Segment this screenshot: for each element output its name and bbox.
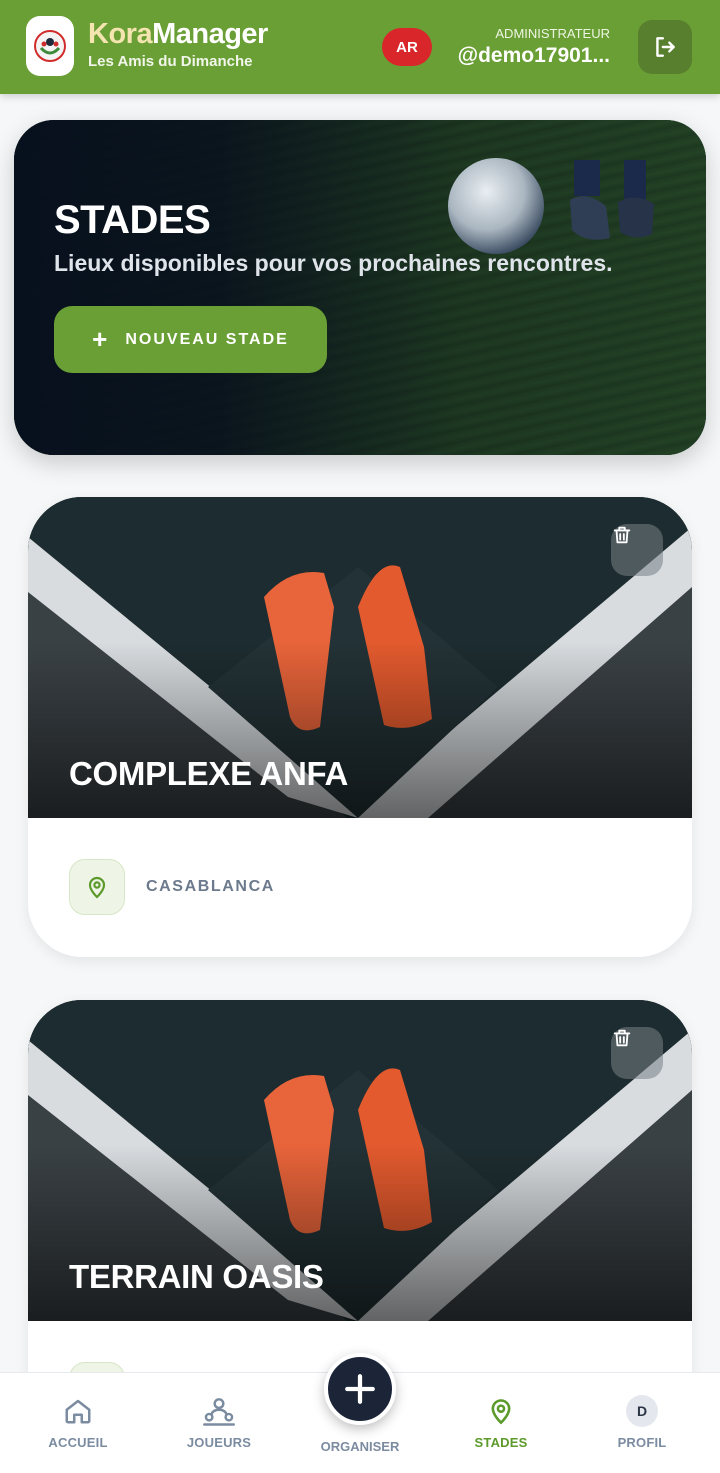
page-subtitle: Lieux disponibles pour vos prochaines re…: [54, 250, 613, 276]
club-logo-icon: [34, 30, 66, 62]
page-title: STADES: [54, 198, 211, 242]
football-image: [448, 158, 544, 254]
stadium-card-body: CASABLANCA: [28, 818, 692, 957]
bottom-navigation: ACCUEIL JOUEURS ORGANISER STADES D PROFI…: [0, 1353, 720, 1473]
user-role-label: ADMINISTRATEUR: [495, 26, 610, 41]
app-brand-name: KoraManager: [88, 18, 268, 51]
plus-icon: +: [92, 324, 108, 354]
stadium-photo: TERRAIN OASIS: [28, 1000, 692, 1321]
stadium-photo: COMPLEXE ANFA: [28, 497, 692, 818]
nav-label-organize: ORGANISER: [320, 1439, 400, 1454]
organize-button[interactable]: [324, 1353, 396, 1425]
top-header: KoraManager Les Amis du Dimanche AR ADMI…: [0, 0, 720, 94]
delete-stadium-button[interactable]: [611, 1027, 663, 1079]
new-stadium-button-label: NOUVEAU STADE: [125, 330, 289, 348]
player-boot-image: [570, 160, 654, 240]
nav-label-profile: PROFIL: [617, 1435, 667, 1450]
avatar: D: [626, 1395, 658, 1427]
logout-button[interactable]: [638, 20, 692, 74]
map-pin-icon: [491, 1399, 511, 1425]
nav-item-stadiums[interactable]: STADES: [441, 1373, 561, 1473]
new-stadium-button[interactable]: + NOUVEAU STADE: [54, 306, 327, 373]
stadium-card[interactable]: COMPLEXE ANFA CASABLANCA: [28, 497, 692, 957]
nav-item-organize[interactable]: ORGANISER: [300, 1353, 420, 1473]
nav-item-profile[interactable]: D PROFIL: [582, 1373, 702, 1473]
stadium-name: TERRAIN OASIS: [69, 1258, 324, 1295]
plus-icon: [345, 1374, 375, 1404]
nav-label-home: ACCUEIL: [48, 1435, 108, 1450]
group-name: Les Amis du Dimanche: [88, 53, 253, 70]
stadiums-hero-banner: STADES Lieux disponibles pour vos procha…: [14, 120, 706, 455]
stadium-city: CASABLANCA: [146, 878, 275, 895]
nav-item-players[interactable]: JOUEURS: [159, 1373, 279, 1473]
app-root: KoraManager Les Amis du Dimanche AR ADMI…: [0, 0, 720, 1473]
users-icon: [203, 1398, 235, 1426]
location-badge: [69, 859, 125, 915]
nav-item-home[interactable]: ACCUEIL: [18, 1373, 138, 1473]
brand-prefix: Kora: [88, 18, 153, 50]
logout-icon: [656, 37, 675, 57]
delete-stadium-button[interactable]: [611, 524, 663, 576]
brand-suffix: Manager: [152, 18, 268, 50]
map-pin-icon: [88, 876, 106, 899]
trash-icon: [613, 1029, 631, 1047]
nav-label-players: JOUEURS: [186, 1435, 252, 1450]
trash-icon: [613, 526, 631, 544]
stadium-name: COMPLEXE ANFA: [69, 755, 349, 792]
home-icon: [65, 1399, 91, 1424]
club-logo[interactable]: [26, 16, 74, 76]
nav-label-stadiums: STADES: [474, 1435, 528, 1450]
language-toggle-button[interactable]: AR: [382, 28, 432, 66]
user-handle: @demo17901...: [457, 44, 610, 67]
